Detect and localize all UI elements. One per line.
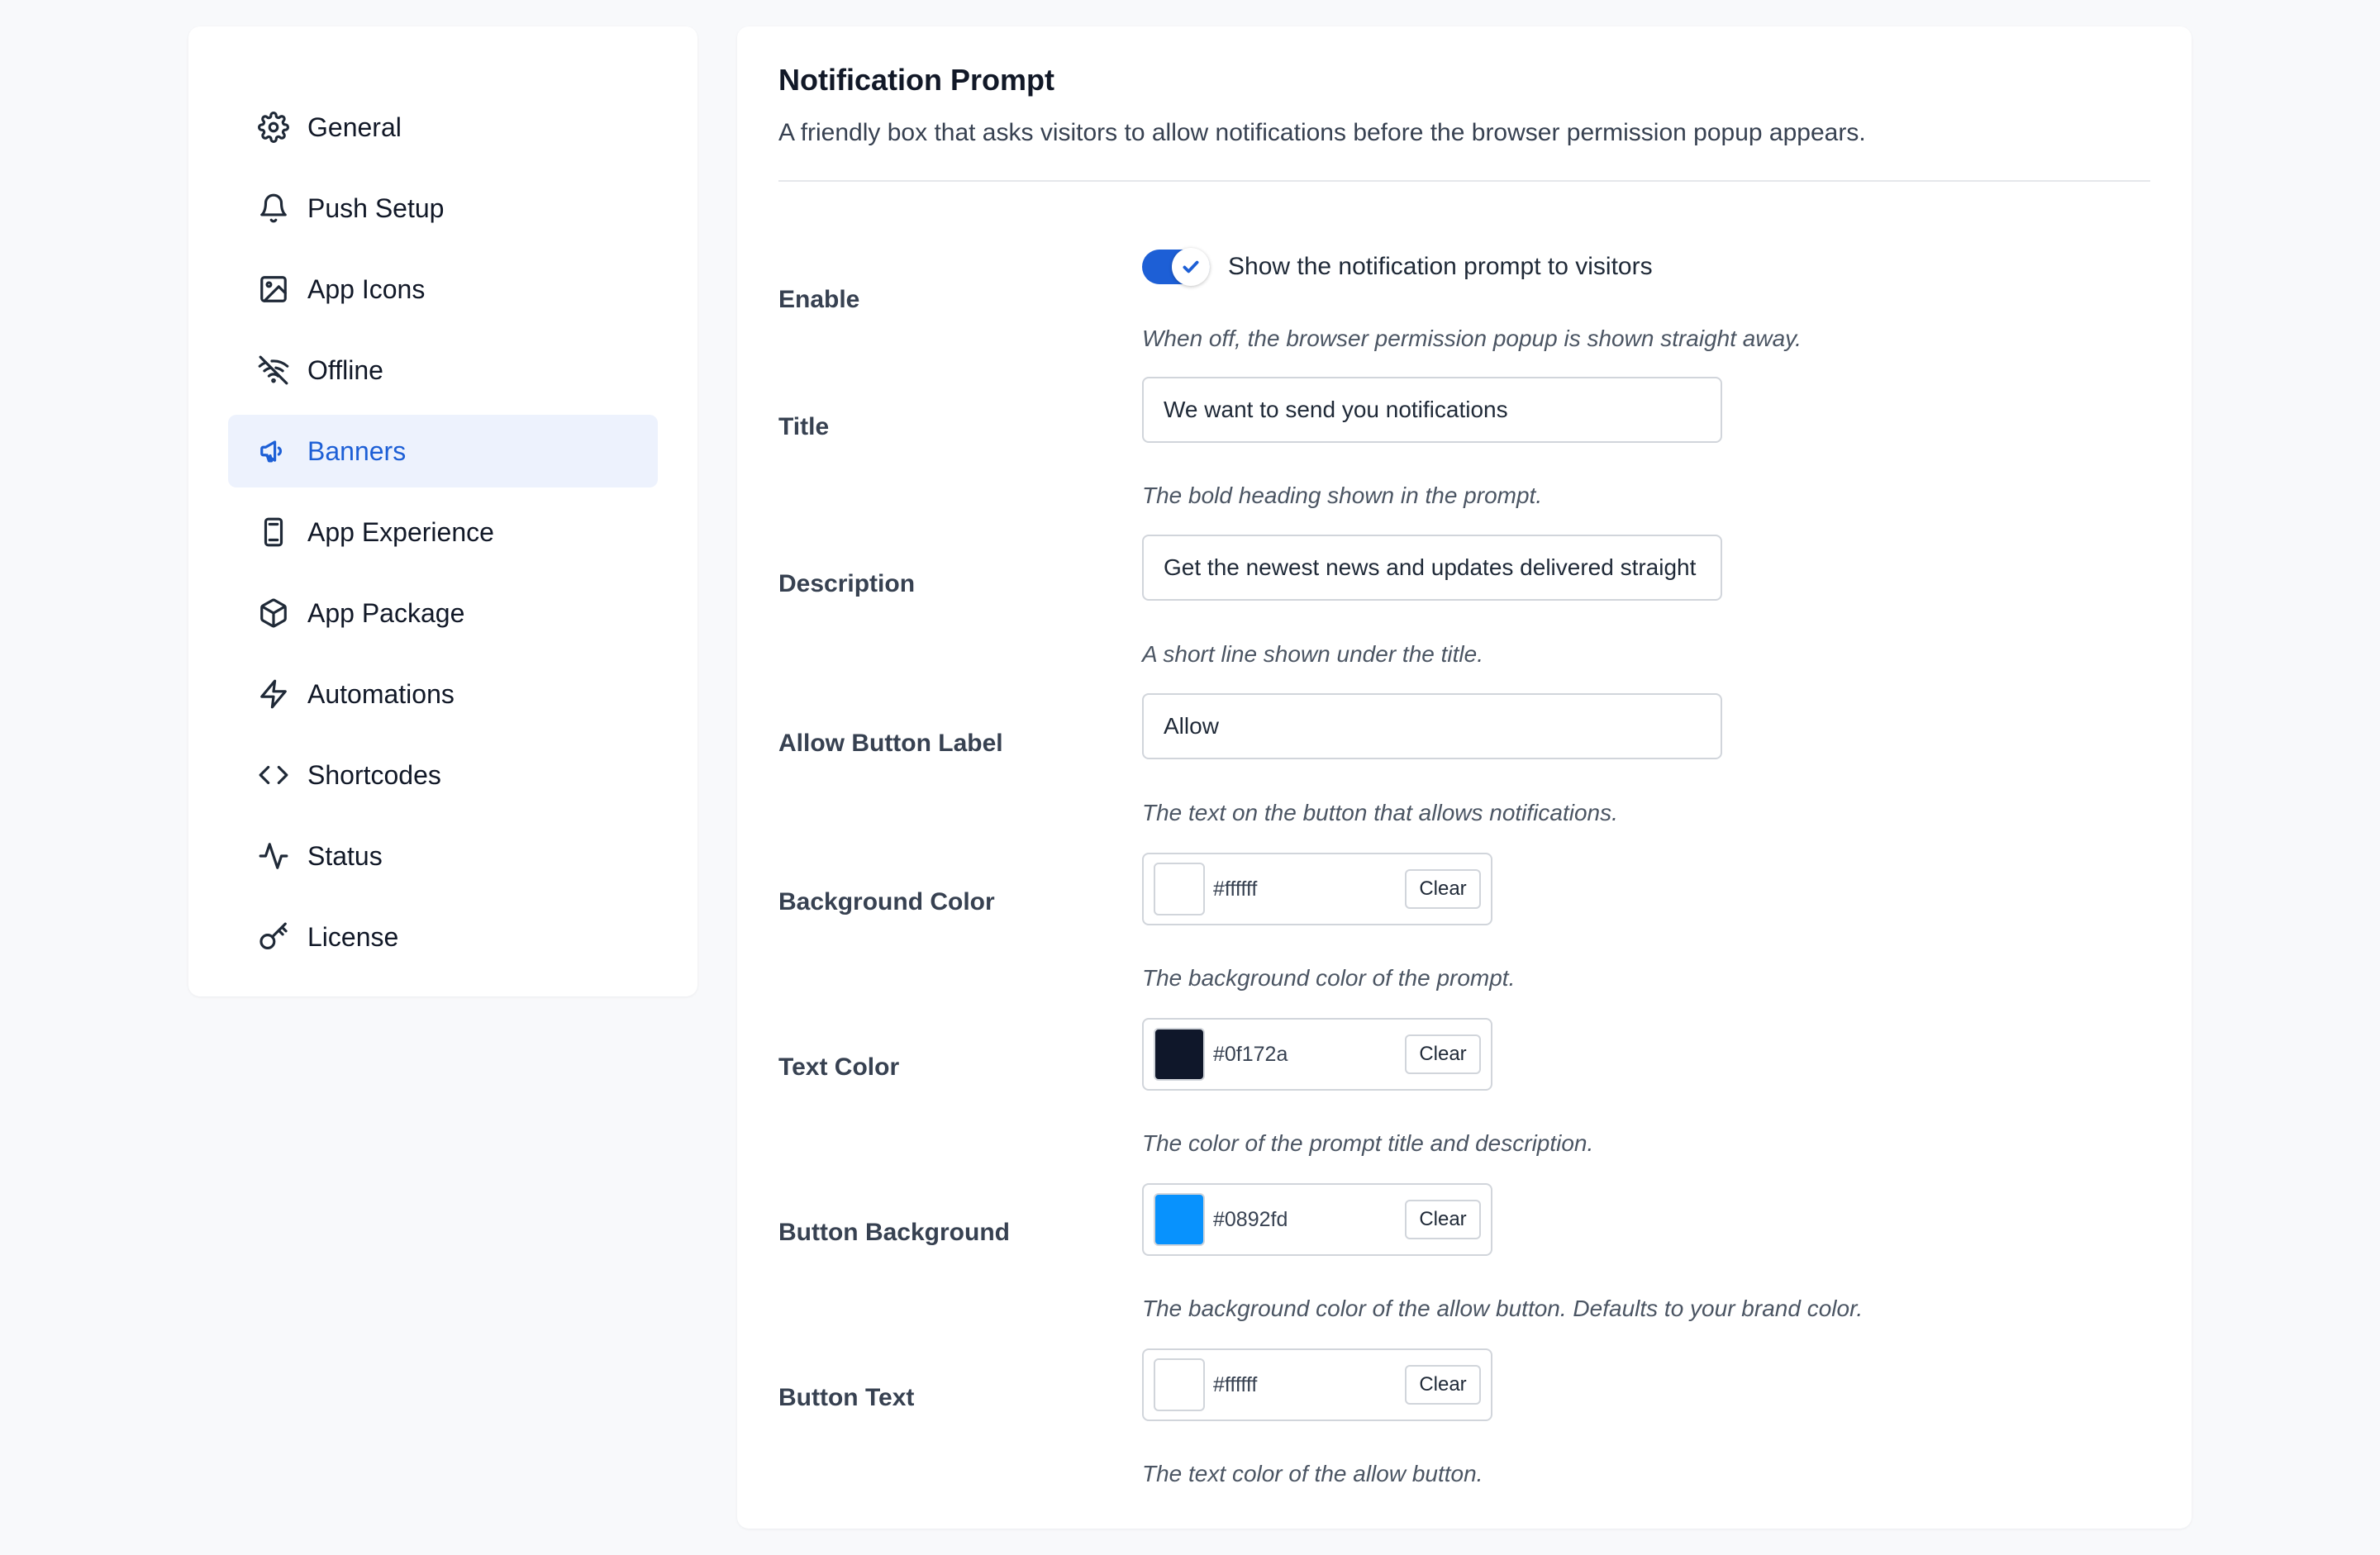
- button-background-label: Button Background: [778, 1219, 1010, 1246]
- sidebar-item-label: License: [307, 921, 399, 952]
- text-color-picker: Clear: [1142, 1018, 1492, 1091]
- sidebar-item-license[interactable]: License: [228, 901, 658, 973]
- hex-input[interactable]: [1213, 871, 1403, 907]
- settings-sidebar: General Push Setup App Icons Offline Ban…: [188, 26, 697, 996]
- sidebar-item-label: App Icons: [307, 273, 426, 304]
- wifi-off-icon: [258, 354, 289, 386]
- button-text-help: The text color of the allow button.: [1142, 1461, 1483, 1486]
- description-help: A short line shown under the title.: [1142, 641, 1483, 667]
- title-label: Title: [778, 413, 830, 440]
- background-color-label: Background Color: [778, 888, 995, 915]
- section-description: A friendly box that asks visitors to all…: [778, 119, 1866, 146]
- lightning-icon: [258, 678, 289, 710]
- background-color-picker: Clear: [1142, 853, 1492, 925]
- key-icon: [258, 921, 289, 953]
- color-swatch[interactable]: [1154, 1358, 1205, 1411]
- sidebar-item-offline[interactable]: Offline: [228, 334, 658, 407]
- button-background-picker: Clear: [1142, 1183, 1492, 1256]
- title-help: The bold heading shown in the prompt.: [1142, 483, 1543, 508]
- section-divider: [778, 180, 2150, 182]
- sidebar-item-banners[interactable]: Banners: [228, 415, 658, 487]
- enable-help: When off, the browser permission popup i…: [1142, 326, 1802, 351]
- sidebar-item-label: Status: [307, 840, 383, 871]
- button-background-help: The background color of the allow button…: [1142, 1296, 1864, 1321]
- color-swatch[interactable]: [1154, 863, 1205, 915]
- sidebar-item-automations[interactable]: Automations: [228, 658, 658, 730]
- code-icon: [258, 759, 289, 791]
- enable-toggle-label: Show the notification prompt to visitors: [1228, 253, 1653, 280]
- allow-button-label-input[interactable]: [1142, 693, 1722, 759]
- text-color-label: Text Color: [778, 1053, 900, 1081]
- sidebar-item-shortcodes[interactable]: Shortcodes: [228, 739, 658, 811]
- toggle-knob: [1172, 248, 1210, 286]
- hex-input[interactable]: [1213, 1036, 1403, 1072]
- clear-button[interactable]: Clear: [1405, 1200, 1481, 1239]
- sidebar-item-label: App Experience: [307, 516, 494, 547]
- color-swatch[interactable]: [1154, 1193, 1205, 1246]
- bell-icon: [258, 193, 289, 224]
- sidebar-item-status[interactable]: Status: [228, 820, 658, 892]
- sidebar-item-label: Offline: [307, 354, 383, 385]
- megaphone-icon: [258, 435, 289, 467]
- checkmark-icon: [1183, 260, 1199, 273]
- image-icon: [258, 273, 289, 305]
- allow-button-label-label: Allow Button Label: [778, 730, 1003, 757]
- section-title: Notification Prompt: [778, 63, 1054, 97]
- sidebar-item-general[interactable]: General: [228, 91, 658, 164]
- text-color-help: The color of the prompt title and descri…: [1142, 1130, 1594, 1156]
- title-input[interactable]: [1142, 377, 1722, 443]
- button-text-label: Button Text: [778, 1384, 915, 1411]
- sidebar-item-app-experience[interactable]: App Experience: [228, 496, 658, 568]
- allow-button-label-help: The text on the button that allows notif…: [1142, 800, 1618, 825]
- sidebar-item-label: General: [307, 112, 402, 142]
- mobile-icon: [258, 516, 289, 548]
- enable-toggle[interactable]: [1142, 248, 1210, 286]
- clear-button[interactable]: Clear: [1405, 869, 1481, 909]
- clear-button[interactable]: Clear: [1405, 1365, 1481, 1405]
- clear-button[interactable]: Clear: [1405, 1034, 1481, 1074]
- background-color-help: The background color of the prompt.: [1142, 965, 1516, 991]
- description-input[interactable]: [1142, 535, 1722, 601]
- sidebar-item-app-package[interactable]: App Package: [228, 577, 658, 649]
- notification-prompt-panel: Notification Prompt A friendly box that …: [737, 26, 2192, 1529]
- description-label: Description: [778, 570, 916, 597]
- sidebar-item-push-setup[interactable]: Push Setup: [228, 172, 658, 245]
- sidebar-item-label: Automations: [307, 678, 455, 709]
- sidebar-item-app-icons[interactable]: App Icons: [228, 253, 658, 326]
- hex-input[interactable]: [1213, 1367, 1403, 1403]
- hex-input[interactable]: [1213, 1201, 1403, 1238]
- sidebar-item-label: Banners: [307, 435, 407, 466]
- sidebar-item-label: App Package: [307, 597, 465, 628]
- enable-label: Enable: [778, 286, 860, 313]
- button-text-picker: Clear: [1142, 1348, 1492, 1421]
- sidebar-item-label: Push Setup: [307, 193, 445, 223]
- color-swatch[interactable]: [1154, 1028, 1205, 1081]
- gear-icon: [258, 112, 289, 143]
- box-icon: [258, 597, 289, 629]
- sidebar-item-label: Shortcodes: [307, 759, 441, 790]
- activity-icon: [258, 840, 289, 872]
